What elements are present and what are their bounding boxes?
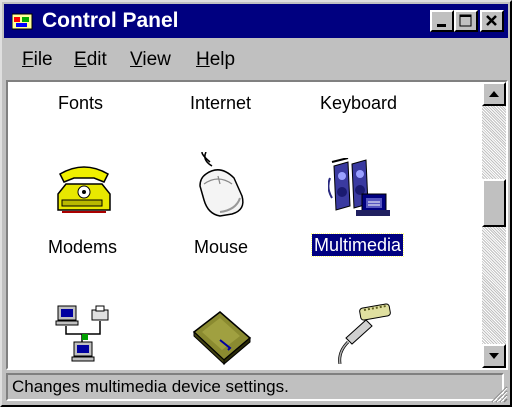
window-title: Control Panel bbox=[42, 9, 179, 32]
item-mouse-label[interactable]: Mouse bbox=[194, 236, 248, 258]
menu-view[interactable]: View bbox=[130, 49, 171, 71]
cable-icon[interactable] bbox=[330, 302, 394, 364]
item-multimedia-label[interactable]: Multimedia bbox=[310, 233, 405, 257]
network-icon[interactable] bbox=[52, 304, 116, 366]
multimedia-icon[interactable] bbox=[328, 158, 392, 220]
item-fonts-label[interactable]: Fonts bbox=[58, 92, 103, 114]
scroll-down-button[interactable] bbox=[482, 344, 506, 368]
maximize-icon bbox=[459, 14, 472, 27]
item-keyboard-label[interactable]: Keyboard bbox=[320, 92, 397, 114]
maximize-button[interactable] bbox=[454, 10, 478, 32]
menu-file[interactable]: File bbox=[22, 49, 53, 71]
scroll-thumb[interactable] bbox=[482, 179, 506, 227]
close-button[interactable] bbox=[480, 10, 504, 32]
menu-edit[interactable]: Edit bbox=[74, 49, 107, 71]
item-modems-label[interactable]: Modems bbox=[48, 236, 117, 258]
menu-help[interactable]: Help bbox=[196, 49, 235, 71]
resize-grip-icon[interactable] bbox=[488, 383, 508, 403]
close-icon bbox=[486, 15, 497, 26]
vertical-scrollbar[interactable] bbox=[482, 82, 506, 368]
status-text: Changes multimedia device settings. bbox=[6, 373, 504, 401]
menu-bar: File Edit View Help bbox=[4, 42, 508, 76]
pc-card-icon[interactable] bbox=[190, 306, 254, 366]
status-bar: Changes multimedia device settings. bbox=[6, 373, 508, 403]
arrow-up-icon bbox=[489, 91, 499, 97]
arrow-down-icon bbox=[489, 353, 499, 359]
title-bar[interactable]: Control Panel bbox=[4, 4, 508, 38]
scroll-up-button[interactable] bbox=[482, 82, 506, 106]
item-internet-label[interactable]: Internet bbox=[190, 92, 251, 114]
minimize-icon bbox=[437, 24, 446, 27]
icon-view: Fonts Internet Keyboard Modems Mouse Mul… bbox=[8, 82, 482, 368]
minimize-button[interactable] bbox=[430, 10, 454, 32]
control-panel-window: Control Panel File Edit View Help Fonts … bbox=[0, 0, 512, 407]
control-panel-icon bbox=[12, 13, 33, 30]
mouse-icon[interactable] bbox=[190, 152, 250, 224]
telephone-icon[interactable] bbox=[52, 160, 116, 220]
